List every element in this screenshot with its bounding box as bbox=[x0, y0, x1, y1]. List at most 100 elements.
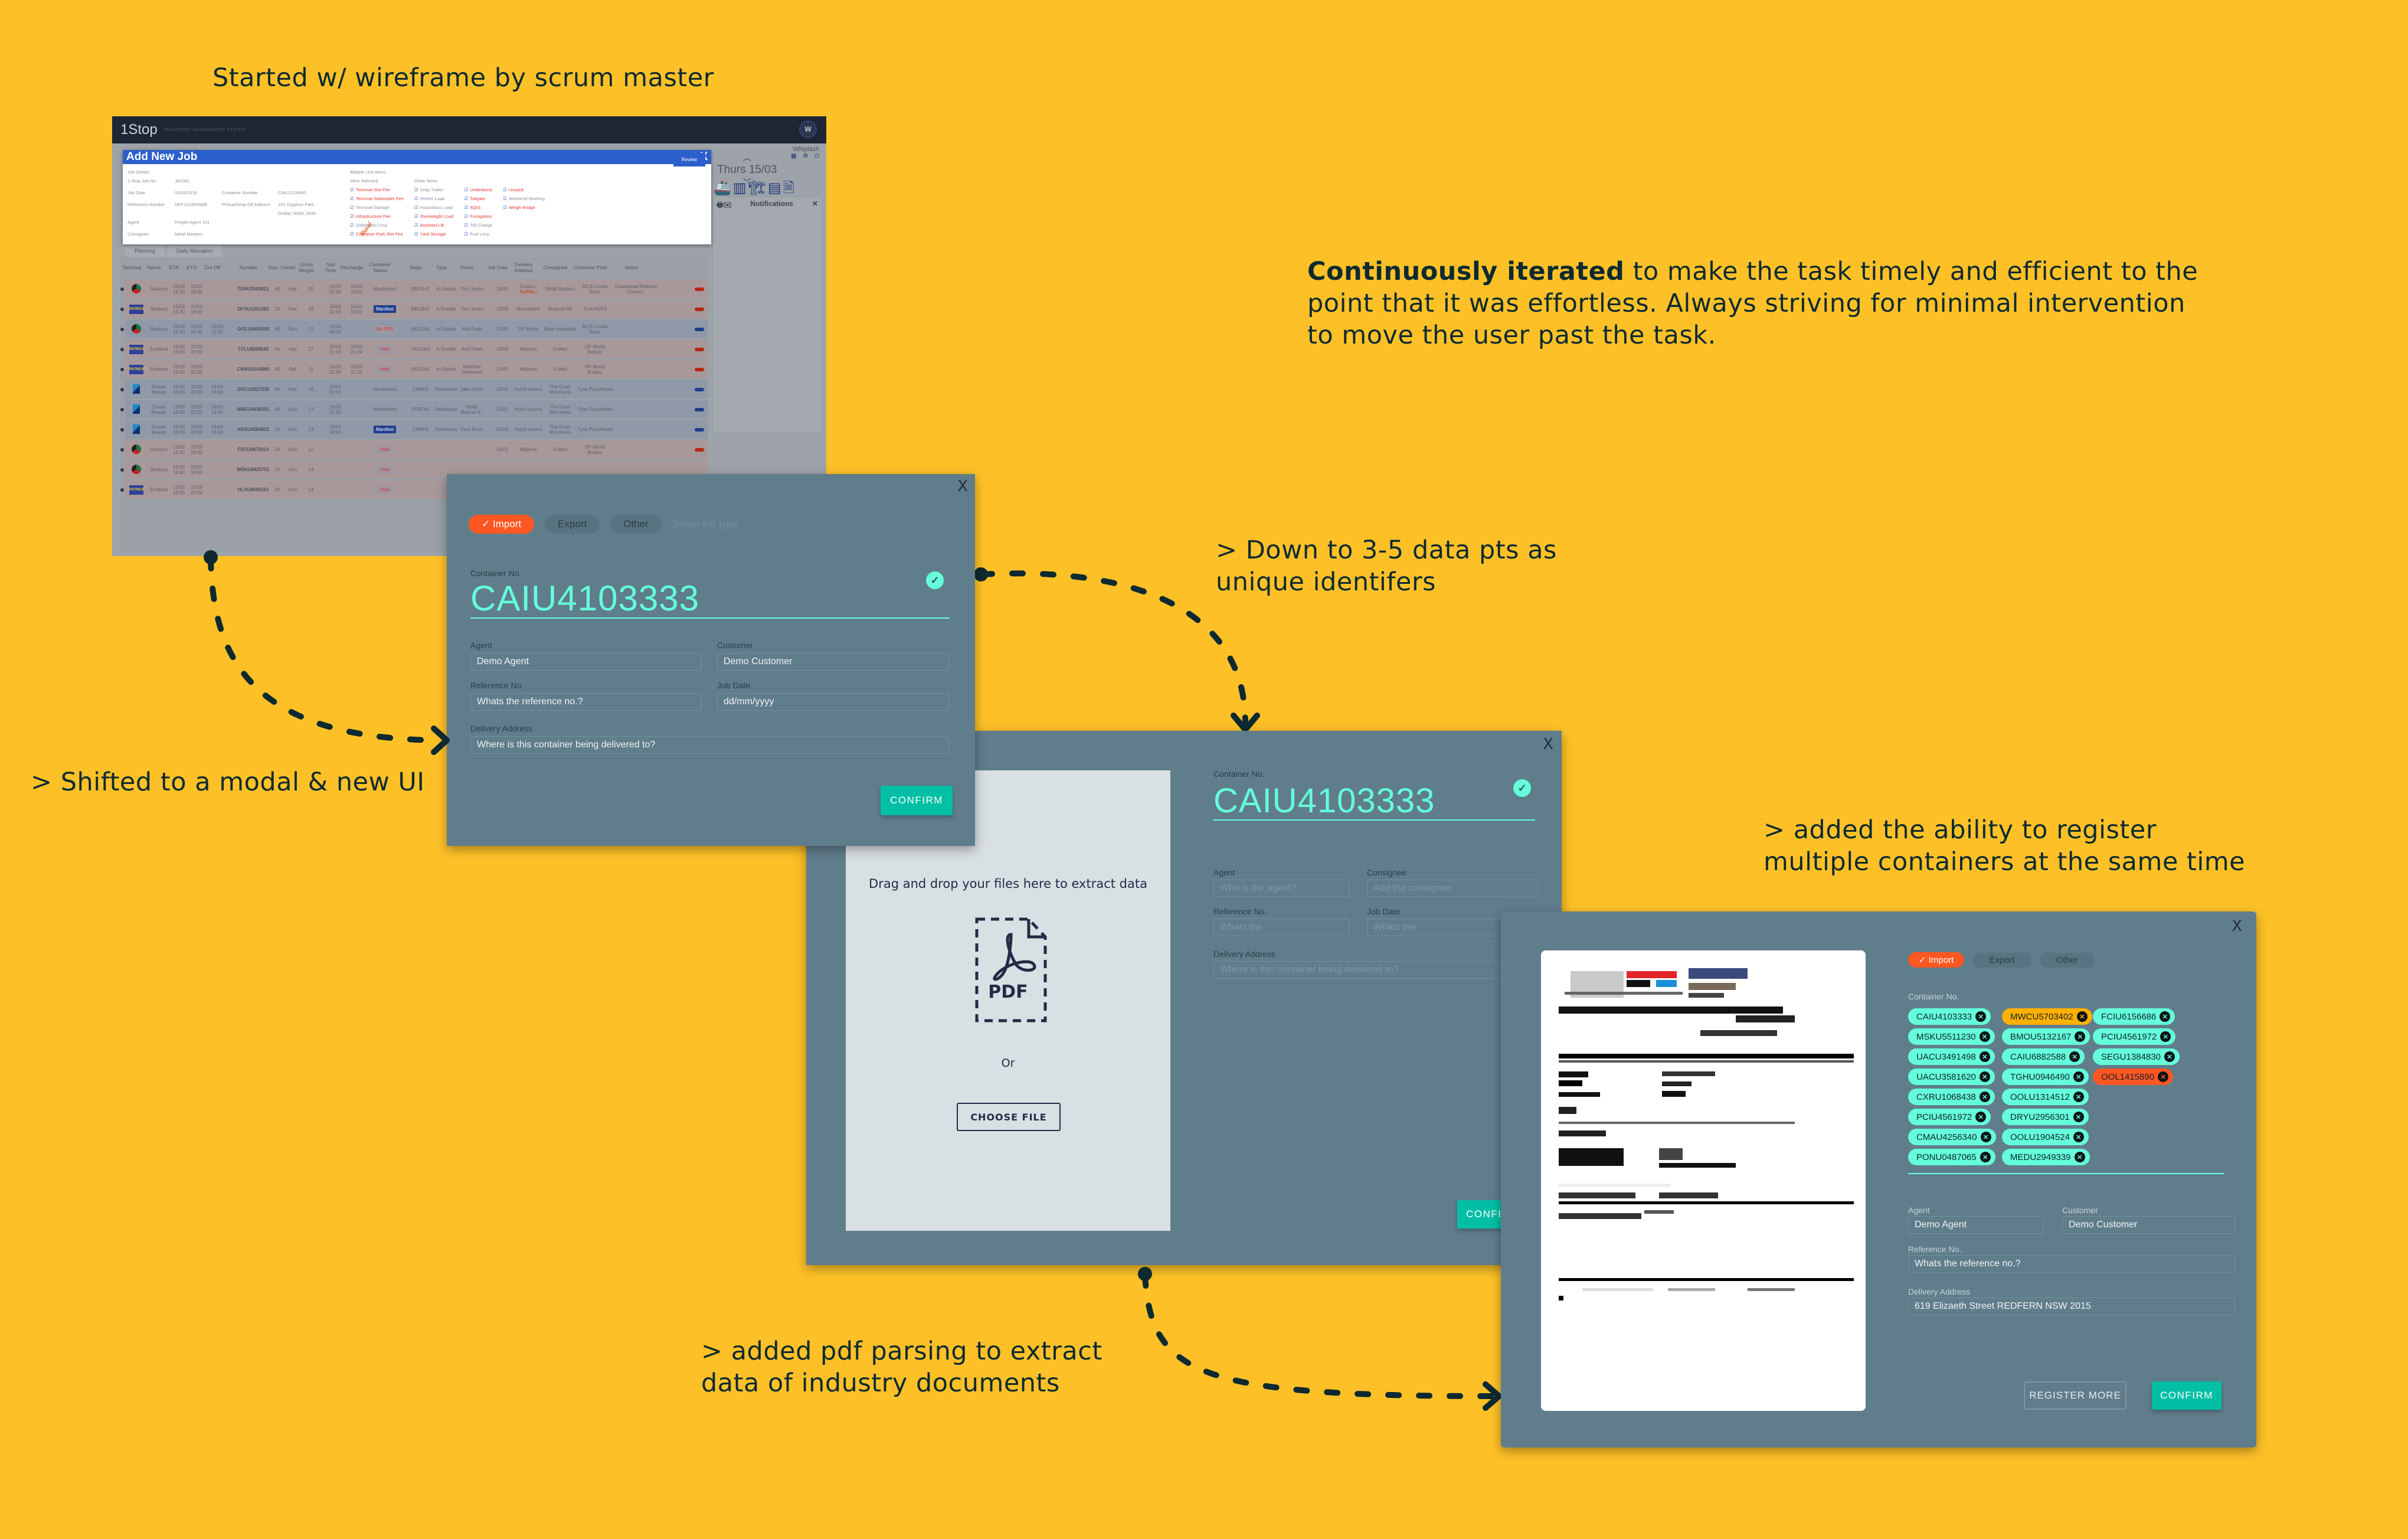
column-header[interactable]: ETA bbox=[165, 264, 183, 270]
checkbox-icon[interactable]: ☑ bbox=[414, 205, 418, 210]
expand-row-icon[interactable] bbox=[120, 387, 124, 391]
checkbox-icon[interactable]: ☑ bbox=[414, 214, 418, 219]
column-header[interactable]: Name bbox=[143, 264, 165, 270]
column-header[interactable]: Discharge bbox=[340, 264, 364, 270]
checkbox-icon[interactable]: ☑ bbox=[414, 231, 418, 237]
checkbox-icon[interactable]: ☑ bbox=[464, 196, 468, 201]
tab-daily-allocation[interactable]: Daily Allocation bbox=[167, 245, 223, 257]
remove-tag-icon[interactable]: ✕ bbox=[1980, 1132, 1991, 1142]
table-row[interactable]: PATRICK Scotland 15/03 18:00 22/03 22:00 TCL… bbox=[120, 340, 708, 358]
remove-tag-icon[interactable]: ✕ bbox=[2160, 1011, 2171, 1022]
container-tag[interactable]: TGHU0946490 ✕ bbox=[2002, 1069, 2089, 1085]
remove-tag-icon[interactable]: ✕ bbox=[1979, 1051, 1990, 1062]
delivery-input[interactable]: Where is this container being delivered … bbox=[470, 736, 949, 754]
column-header[interactable]: Container Status bbox=[364, 262, 397, 273]
column-header[interactable]: Terminal bbox=[120, 264, 143, 270]
container-tag[interactable]: DRYU2956301 ✕ bbox=[2002, 1109, 2089, 1125]
expand-row-icon[interactable] bbox=[120, 347, 124, 351]
container-tag[interactable]: CMAU4256340 ✕ bbox=[1908, 1129, 1996, 1145]
delivery-input[interactable]: Where is this container being delivered … bbox=[1213, 961, 1538, 979]
job-type-export[interactable]: Export bbox=[545, 515, 600, 534]
agent-input[interactable]: Demo Agent bbox=[1908, 1216, 2044, 1234]
remove-tag-icon[interactable]: ✕ bbox=[1979, 1071, 1990, 1082]
column-header[interactable]: Number bbox=[230, 264, 267, 270]
billable-line-item[interactable]: ☑ Fuel Levy bbox=[464, 230, 492, 238]
billable-line-item[interactable]: ☑ Weekend Working bbox=[503, 194, 545, 203]
choose-file-button[interactable]: CHOOSE FILE bbox=[957, 1103, 1061, 1131]
remove-tag-icon[interactable]: ✕ bbox=[2073, 1132, 2084, 1142]
container-tag[interactable]: MSKU5511230 ✕ bbox=[1908, 1028, 1995, 1045]
container-tag[interactable]: OOLU1904524 ✕ bbox=[2002, 1129, 2089, 1145]
billable-line-item[interactable]: ☑ Underbond bbox=[464, 185, 492, 194]
billable-line-item[interactable]: ☑ Weigh Bridge bbox=[503, 203, 545, 212]
job-type-other[interactable]: Other bbox=[610, 515, 662, 534]
billable-line-item[interactable]: ☑ Assisted Lift bbox=[414, 221, 453, 230]
checkbox-icon[interactable]: ☑ bbox=[464, 223, 468, 228]
checkbox-icon[interactable]: ☑ bbox=[414, 223, 418, 228]
remove-tag-icon[interactable]: ✕ bbox=[1979, 1031, 1990, 1042]
user-action-icons[interactable]: ▦ ⚙ ⏻ bbox=[791, 153, 822, 159]
container-tag[interactable]: MWCU5703402 ✕ bbox=[2002, 1008, 2092, 1025]
billable-line-item[interactable]: ☑ AQIS bbox=[464, 203, 492, 212]
column-header[interactable]: Size bbox=[267, 264, 279, 270]
customer-input[interactable]: Demo Customer bbox=[2062, 1216, 2235, 1234]
billable-line-item[interactable]: ☑ Container Park Slot Fee bbox=[350, 230, 404, 238]
checkbox-icon[interactable]: ☑ bbox=[350, 187, 354, 192]
table-row[interactable]: Seabury 15/03 14:30 22/03 14:30 22/03 11:00… bbox=[120, 320, 708, 338]
column-header[interactable]: Type bbox=[429, 264, 454, 270]
container-tag[interactable]: SEGU1384830 ✕ bbox=[2093, 1048, 2180, 1065]
user-avatar[interactable]: W bbox=[799, 120, 817, 138]
container-tag[interactable]: PONU0487065 ✕ bbox=[1908, 1149, 1995, 1165]
expand-row-icon[interactable] bbox=[120, 427, 124, 432]
billable-line-item[interactable]: ☑ Terminal Slot Fee bbox=[350, 185, 404, 194]
column-header[interactable]: ETD bbox=[183, 264, 201, 270]
remove-tag-icon[interactable]: ✕ bbox=[2160, 1031, 2171, 1042]
job-type-import[interactable]: ✓ Import bbox=[1908, 952, 1965, 968]
reference-input[interactable]: Whats the reference no.? bbox=[1908, 1255, 2235, 1273]
checkbox-icon[interactable]: ☑ bbox=[350, 205, 354, 210]
billable-line-item[interactable]: ☑ Sideloader Levy bbox=[350, 221, 404, 230]
table-row[interactable]: Seabury 15/03 14:30 22/03 18:00 FSCU6875014… bbox=[120, 440, 708, 459]
container-tag[interactable]: CAIU4103333 ✕ bbox=[1908, 1008, 1991, 1025]
job-type-import[interactable]: ✓ Import bbox=[469, 515, 535, 534]
column-header[interactable]: Job Date bbox=[486, 264, 509, 270]
container-tag[interactable]: UACU3491498 ✕ bbox=[1908, 1048, 1995, 1065]
close-icon[interactable]: X bbox=[1543, 736, 1553, 753]
billable-line-item[interactable]: ☑ Fumigation bbox=[464, 212, 492, 221]
remove-tag-icon[interactable]: ✕ bbox=[1980, 1152, 1991, 1162]
delivery-input[interactable]: 619 Elizaeth Street REDFERN NSW 2015 bbox=[1908, 1298, 2235, 1315]
expand-row-icon[interactable] bbox=[120, 287, 124, 291]
checkbox-icon[interactable]: ☑ bbox=[503, 205, 507, 210]
confirm-button[interactable]: CONFIRM bbox=[881, 786, 953, 815]
billable-line-item[interactable]: ☑ Infrastructure Fee bbox=[350, 212, 404, 221]
close-icon[interactable]: X bbox=[2232, 917, 2242, 935]
container-tag[interactable]: OOL1415890 ✕ bbox=[2093, 1069, 2174, 1085]
column-header[interactable]: Delivery Address bbox=[509, 262, 538, 273]
container-tag[interactable]: PCIU4561972 ✕ bbox=[1908, 1109, 1991, 1125]
remove-tag-icon[interactable]: ✕ bbox=[2075, 1031, 2086, 1042]
billable-line-item[interactable]: ☑ Hazardous Load bbox=[414, 203, 453, 212]
remove-tag-icon[interactable]: ✕ bbox=[2074, 1152, 2085, 1162]
remove-tag-icon[interactable]: ✕ bbox=[1979, 1092, 1990, 1102]
checkbox-icon[interactable]: ☑ bbox=[414, 187, 418, 192]
expand-row-icon[interactable] bbox=[120, 407, 124, 411]
reference-input[interactable]: Whats the bbox=[1213, 919, 1349, 936]
billable-line-item[interactable]: ☑ Reefer Load bbox=[414, 194, 453, 203]
remove-tag-icon[interactable]: ✕ bbox=[2073, 1112, 2084, 1122]
container-tag[interactable]: OOLU1314512 ✕ bbox=[2002, 1089, 2089, 1105]
expand-row-icon[interactable] bbox=[120, 307, 124, 311]
table-row[interactable]: Ocean Breeze 15/03 18:00 22/03 22:00 18/03 … bbox=[120, 380, 708, 398]
agent-input[interactable]: Demo Agent bbox=[470, 653, 702, 671]
billable-line-item[interactable]: ☑ Terminal Storage bbox=[350, 203, 404, 212]
remove-tag-icon[interactable]: ✕ bbox=[1975, 1011, 1987, 1022]
checkbox-icon[interactable]: ☑ bbox=[464, 205, 468, 210]
column-header[interactable]: Consignee bbox=[538, 264, 572, 270]
reference-input[interactable]: Whats the reference no.? bbox=[470, 693, 702, 711]
checkbox-icon[interactable]: ☑ bbox=[464, 214, 468, 219]
confirm-button[interactable]: CONFIRM bbox=[2152, 1381, 2221, 1410]
table-row[interactable]: Seabury 15/03 14:30 22/03 18:00 TGHU3543821… bbox=[120, 280, 708, 298]
billable-line-item[interactable]: ☑ Terminal Sideloader Fee bbox=[350, 194, 404, 203]
remove-tag-icon[interactable]: ✕ bbox=[2073, 1071, 2084, 1082]
column-header[interactable]: Driver bbox=[454, 264, 480, 270]
checkbox-icon[interactable]: ☑ bbox=[414, 196, 418, 201]
